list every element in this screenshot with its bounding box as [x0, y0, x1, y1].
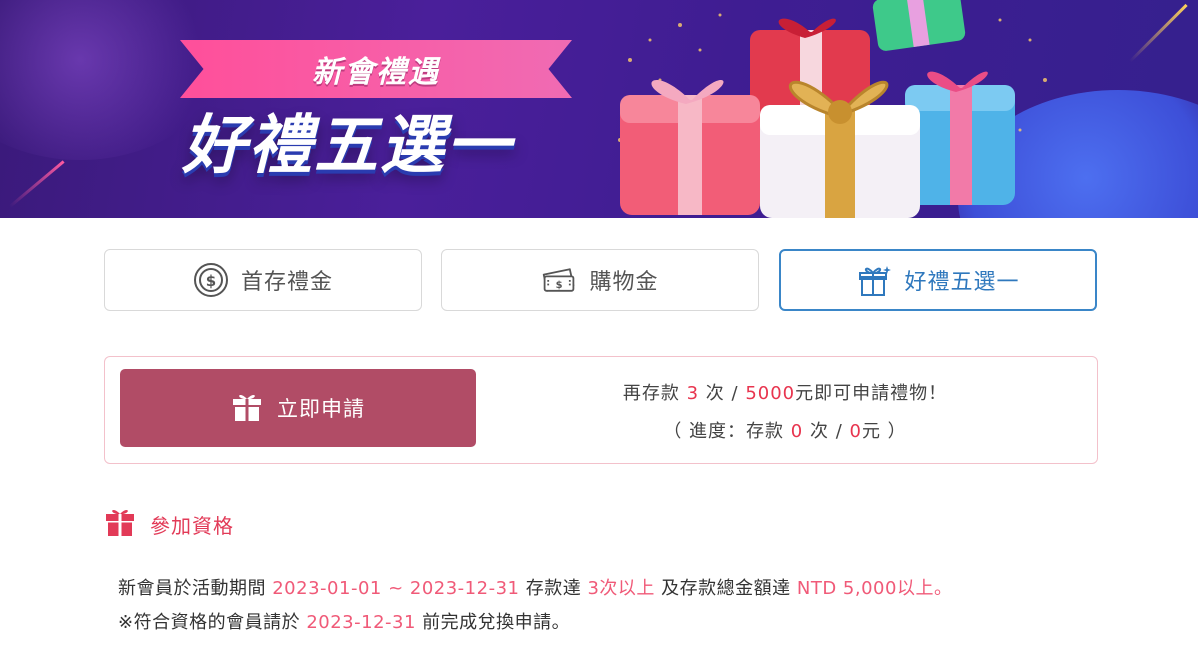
tab-label: 首存禮金 [240, 270, 333, 295]
tab-first-deposit-bonus[interactable]: $ 首存禮金 [104, 249, 422, 311]
rule-line: ※符合資格的會員請於 2023-12-31 前完成兌換申請。 [118, 606, 1118, 640]
text: 及存款總金額達 [661, 578, 791, 599]
voucher-icon: $ [541, 262, 577, 298]
progress-deposit-amount: 0 [849, 421, 862, 442]
text: 次 / [809, 421, 843, 442]
tab-label: 好禮五選一 [904, 270, 1020, 295]
apply-panel: 立即申請 再存款 3 次 / 5000元即可申請禮物！ （ 進度：存款 0 次 … [104, 356, 1098, 464]
deposit-progress-line: （ 進度：存款 0 次 / 0元 ） [485, 413, 1085, 451]
text: 存款達 [525, 578, 582, 599]
gift-boxes-illustration [618, 0, 1047, 218]
gift-icon [856, 262, 892, 298]
text: 新會員於活動期間 [118, 578, 266, 599]
svg-text:$: $ [556, 280, 563, 291]
banner-streak [9, 160, 65, 208]
text: 次 / [705, 383, 739, 404]
svg-text:$: $ [206, 272, 216, 290]
text: 元即可申請禮物！ [795, 383, 948, 404]
deposit-requirement-info: 再存款 3 次 / 5000元即可申請禮物！ （ 進度：存款 0 次 / 0元 … [485, 375, 1085, 451]
text: 前完成兌換申請。 [422, 612, 571, 633]
text: ※符合資格的會員請於 [118, 612, 301, 633]
tab-shopping-credit[interactable]: $ 購物金 [441, 249, 759, 311]
banner-headline: 好禮五選一 [182, 109, 512, 183]
deadline-date: 2023-12-31 [306, 612, 416, 633]
required-deposit-times: 3次以上 [587, 578, 655, 599]
apply-now-label: 立即申請 [277, 398, 365, 421]
text: 元 ） [861, 421, 907, 442]
remaining-deposit-amount: 5000 [745, 383, 796, 404]
tab-gift-pick-one[interactable]: 好禮五選一 [779, 249, 1097, 311]
text: （ 進度：存款 [663, 421, 785, 442]
coin-icon: $ [193, 262, 229, 298]
gift-icon [104, 506, 136, 542]
eligibility-header: 參加資格 [104, 506, 234, 542]
rule-line: 新會員於活動期間 2023-01-01 ~ 2023-12-31 存款達 3次以… [118, 572, 1118, 606]
gift-icon [231, 391, 263, 426]
deposit-remaining-line: 再存款 3 次 / 5000元即可申請禮物！ [485, 375, 1085, 413]
section-title: 參加資格 [150, 513, 234, 538]
banner-ribbon-text: 新會禮遇 [312, 55, 440, 90]
tab-label: 購物金 [589, 270, 659, 295]
eligibility-rules: 新會員於活動期間 2023-01-01 ~ 2023-12-31 存款達 3次以… [118, 572, 1118, 640]
event-period: 2023-01-01 ~ 2023-12-31 [272, 578, 520, 599]
remaining-deposit-count: 3 [686, 383, 700, 404]
banner-streak [1128, 3, 1188, 63]
text: 再存款 [622, 383, 680, 404]
progress-deposit-count: 0 [790, 421, 804, 442]
banner-ribbon: 新會禮遇 [180, 40, 572, 98]
promo-banner: 新會禮遇 好禮五選一 [0, 0, 1198, 218]
apply-now-button[interactable]: 立即申請 [120, 369, 476, 447]
required-deposit-amount: NTD 5,000以上。 [796, 578, 953, 599]
